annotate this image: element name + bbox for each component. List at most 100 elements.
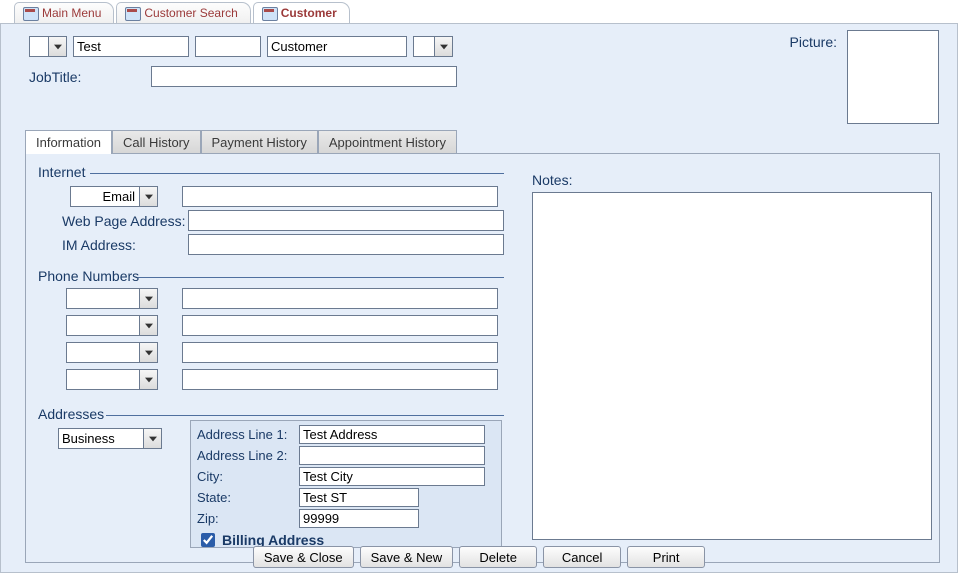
state-row: State: [197, 488, 495, 507]
address-line2-input[interactable] [299, 446, 485, 465]
phones-list [66, 288, 498, 390]
im-input[interactable] [188, 234, 504, 255]
phone-row [66, 315, 498, 336]
picture-label: Picture: [790, 34, 837, 50]
phone-type-input[interactable] [66, 369, 140, 390]
im-label: IM Address: [62, 237, 188, 253]
form-icon [23, 7, 37, 19]
group-rule [90, 173, 504, 174]
im-row: IM Address: [62, 234, 504, 255]
dropdown-button[interactable] [140, 342, 158, 363]
jobtitle-row: JobTitle: [29, 66, 457, 87]
city-label: City: [197, 469, 295, 484]
zip-label: Zip: [197, 511, 295, 526]
webpage-input[interactable] [188, 210, 504, 231]
prefix-combo[interactable] [29, 36, 67, 57]
address-line1-input[interactable] [299, 425, 485, 444]
suffix-combo[interactable] [413, 36, 453, 57]
address-line1-label: Address Line 1: [197, 427, 295, 442]
dropdown-button[interactable] [140, 315, 158, 336]
form-icon [262, 7, 276, 19]
state-input[interactable] [299, 488, 419, 507]
group-title-addresses: Addresses [34, 406, 108, 422]
phone-row [66, 342, 498, 363]
phone-type-combo[interactable] [66, 369, 158, 390]
phone-type-input[interactable] [66, 342, 140, 363]
subtab-appointment-history[interactable]: Appointment History [318, 130, 457, 154]
billing-checkbox[interactable] [201, 533, 215, 547]
address-box: Address Line 1: Address Line 2: City: St… [190, 420, 502, 548]
zip-row: Zip: [197, 509, 495, 528]
phone-row [66, 369, 498, 390]
nav-tab-label: Main Menu [42, 6, 101, 20]
state-label: State: [197, 490, 295, 505]
phone-number-input[interactable] [182, 315, 498, 336]
dropdown-button[interactable] [140, 288, 158, 309]
address-type-combo[interactable] [58, 428, 162, 449]
first-name-input[interactable] [73, 36, 189, 57]
phone-number-input[interactable] [182, 342, 498, 363]
notes-textarea[interactable] [532, 192, 932, 540]
phone-type-combo[interactable] [66, 288, 158, 309]
group-title-phones: Phone Numbers [34, 268, 143, 284]
customer-form-window: Main Menu Customer Search Customer [0, 0, 958, 573]
email-input[interactable] [182, 186, 498, 207]
notes-label: Notes: [532, 172, 572, 188]
address-type-row [58, 428, 162, 449]
nav-tab-customer-search[interactable]: Customer Search [116, 2, 250, 23]
phone-type-combo[interactable] [66, 315, 158, 336]
jobtitle-label: JobTitle: [29, 69, 81, 85]
city-input[interactable] [299, 467, 485, 486]
last-name-input[interactable] [267, 36, 407, 57]
name-row [29, 36, 453, 57]
subtab-call-history[interactable]: Call History [112, 130, 200, 154]
prefix-input[interactable] [29, 36, 49, 57]
subtab-payment-history[interactable]: Payment History [201, 130, 318, 154]
save-new-button[interactable]: Save & New [360, 546, 454, 568]
print-button[interactable]: Print [627, 546, 705, 568]
dropdown-button[interactable] [144, 428, 162, 449]
group-rule [138, 277, 504, 278]
form-panel: JobTitle: Picture: Information Call Hist… [0, 24, 958, 573]
nav-tab-strip: Main Menu Customer Search Customer [0, 0, 958, 24]
dropdown-button[interactable] [49, 36, 67, 57]
subtab-information[interactable]: Information [25, 130, 112, 154]
subtab-page: Internet Web Page Address: IM Address: [25, 153, 940, 563]
subtab-strip: Information Call History Payment History… [25, 130, 457, 154]
dropdown-button[interactable] [435, 36, 453, 57]
picture-box[interactable] [847, 30, 939, 124]
zip-input[interactable] [299, 509, 419, 528]
phone-number-input[interactable] [182, 369, 498, 390]
nav-tab-main-menu[interactable]: Main Menu [14, 2, 114, 23]
nav-tab-label: Customer [281, 6, 337, 20]
address-line2-label: Address Line 2: [197, 448, 295, 463]
address-type-input[interactable] [58, 428, 144, 449]
webpage-row: Web Page Address: [62, 210, 504, 231]
nav-tab-label: Customer Search [144, 6, 237, 20]
dropdown-button[interactable] [140, 186, 158, 207]
jobtitle-input[interactable] [151, 66, 457, 87]
save-close-button[interactable]: Save & Close [253, 546, 354, 568]
phone-type-input[interactable] [66, 315, 140, 336]
webpage-label: Web Page Address: [62, 213, 188, 229]
group-title-internet: Internet [34, 164, 89, 180]
email-type-combo[interactable] [70, 186, 158, 207]
dropdown-button[interactable] [140, 369, 158, 390]
email-type-input[interactable] [70, 186, 140, 207]
form-icon [125, 7, 139, 19]
phone-row [66, 288, 498, 309]
information-body: Internet Web Page Address: IM Address: [26, 154, 939, 562]
cancel-button[interactable]: Cancel [543, 546, 621, 568]
address-line1-row: Address Line 1: [197, 425, 495, 444]
group-rule [106, 415, 504, 416]
address-line2-row: Address Line 2: [197, 446, 495, 465]
suffix-input[interactable] [413, 36, 435, 57]
phone-type-input[interactable] [66, 288, 140, 309]
city-row: City: [197, 467, 495, 486]
middle-name-input[interactable] [195, 36, 261, 57]
phone-type-combo[interactable] [66, 342, 158, 363]
nav-tab-customer[interactable]: Customer [253, 2, 350, 23]
phone-number-input[interactable] [182, 288, 498, 309]
delete-button[interactable]: Delete [459, 546, 537, 568]
button-bar: Save & Close Save & New Delete Cancel Pr… [1, 546, 957, 568]
